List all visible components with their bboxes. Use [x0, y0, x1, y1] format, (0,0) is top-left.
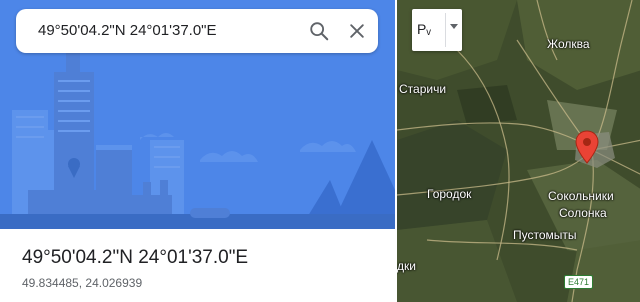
map-label-solonka: Солонка — [559, 206, 607, 220]
map-label-zhovkva: Жолква — [547, 37, 590, 51]
place-panel: 49°50'04.2"N 24°01'37.0"E 49°50'04.2"N 2… — [0, 0, 395, 302]
search-bar[interactable]: 49°50'04.2"N 24°01'37.0"E — [16, 9, 378, 53]
map-label-starichi: Старичи — [399, 82, 447, 96]
location-pin-icon[interactable] — [575, 130, 599, 164]
map-label-dki: дки — [397, 259, 416, 273]
hero-illustration: 49°50'04.2"N 24°01'37.0"E — [0, 0, 395, 229]
close-icon[interactable] — [347, 21, 367, 41]
layer-divider — [445, 13, 446, 47]
place-decimal-coordinates: 49.834485, 24.026939 — [22, 276, 143, 290]
dropdown-arrow-icon[interactable] — [449, 23, 459, 31]
map-layer-button[interactable]: Рᵥ — [412, 9, 462, 51]
search-input[interactable]: 49°50'04.2"N 24°01'37.0"E — [38, 22, 217, 39]
road-shield-e471: E471 — [564, 275, 594, 289]
map-label-pustomyty: Пустомыты — [513, 228, 577, 242]
search-icon[interactable] — [308, 20, 330, 42]
place-title: 49°50'04.2"N 24°01'37.0"E — [22, 247, 249, 268]
map-label-sokolniki: Сокольники — [548, 189, 614, 203]
map-view[interactable]: Рᵥ Жолква Старичи Городок Сокольники Сол… — [395, 0, 640, 302]
layer-button-label: Рᵥ — [417, 21, 431, 37]
map-label-gorodok: Городок — [427, 187, 472, 201]
